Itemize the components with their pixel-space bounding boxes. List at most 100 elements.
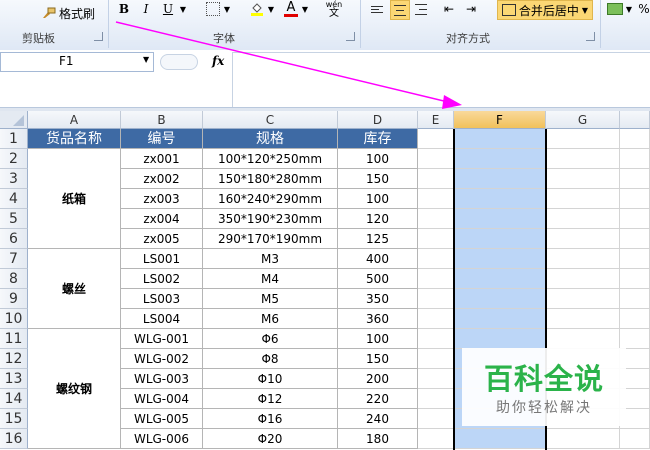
column-header-more[interactable] — [620, 111, 650, 129]
cell-h8[interactable] — [620, 269, 650, 289]
cell-g5[interactable] — [546, 209, 620, 229]
cell-g16[interactable] — [546, 429, 620, 449]
cell-g11[interactable] — [546, 329, 620, 349]
table-cell[interactable]: WLG-002 — [121, 349, 203, 369]
table-cell[interactable]: 120 — [338, 209, 418, 229]
row-header-1[interactable]: 1 — [0, 129, 28, 149]
name-box-dropdown-icon[interactable]: ▼ — [143, 55, 149, 64]
cell-f7[interactable] — [454, 249, 546, 269]
table-cell[interactable]: 180 — [338, 429, 418, 449]
row-header-16[interactable]: 16 — [0, 429, 28, 449]
table-cell[interactable]: WLG-003 — [121, 369, 203, 389]
cell-e8[interactable] — [418, 269, 454, 289]
insert-function-icon[interactable]: fx — [212, 54, 224, 68]
table-cell[interactable]: 160*240*290mm — [203, 189, 338, 209]
row-header-10[interactable]: 10 — [0, 309, 28, 329]
table-cell[interactable]: 100 — [338, 149, 418, 169]
table-cell[interactable]: zx005 — [121, 229, 203, 249]
table-cell[interactable]: 200 — [338, 369, 418, 389]
cell-h7[interactable] — [620, 249, 650, 269]
row-header-13[interactable]: 13 — [0, 369, 28, 389]
formula-input[interactable] — [232, 52, 650, 107]
group-name-cell[interactable]: 纸箱 — [28, 149, 121, 249]
table-cell[interactable]: zx004 — [121, 209, 203, 229]
table-cell[interactable]: 360 — [338, 309, 418, 329]
percent-button[interactable]: % — [638, 0, 650, 18]
font-color-button[interactable]: A — [282, 0, 300, 18]
column-header-d[interactable]: D — [338, 111, 418, 129]
table-cell[interactable]: WLG-004 — [121, 389, 203, 409]
cell-f6[interactable] — [454, 229, 546, 249]
cell-e9[interactable] — [418, 289, 454, 309]
table-cell[interactable]: 240 — [338, 409, 418, 429]
table-cell[interactable]: LS004 — [121, 309, 203, 329]
row-header-7[interactable]: 7 — [0, 249, 28, 269]
cell-g3[interactable] — [546, 169, 620, 189]
table-cell[interactable]: Φ16 — [203, 409, 338, 429]
group-name-cell[interactable]: 螺纹钢 — [28, 329, 121, 449]
cell-h9[interactable] — [620, 289, 650, 309]
row-header-15[interactable]: 15 — [0, 409, 28, 429]
table-cell[interactable]: M5 — [203, 289, 338, 309]
row-header-11[interactable]: 11 — [0, 329, 28, 349]
table-header-cell[interactable]: 编号 — [121, 129, 203, 149]
cell-f5[interactable] — [454, 209, 546, 229]
table-cell[interactable]: zx001 — [121, 149, 203, 169]
cell-h4[interactable] — [620, 189, 650, 209]
row-header-5[interactable]: 5 — [0, 209, 28, 229]
table-cell[interactable]: WLG-001 — [121, 329, 203, 349]
cell-f10[interactable] — [454, 309, 546, 329]
cell-f2[interactable] — [454, 149, 546, 169]
table-cell[interactable]: M4 — [203, 269, 338, 289]
border-dropdown-icon[interactable]: ▼ — [222, 0, 232, 18]
table-cell[interactable]: 100 — [338, 189, 418, 209]
cell-e13[interactable] — [418, 369, 454, 389]
table-cell[interactable]: M3 — [203, 249, 338, 269]
merge-dropdown-icon[interactable]: ▼ — [582, 6, 588, 15]
align-left-button[interactable] — [368, 0, 386, 18]
cell-f4[interactable] — [454, 189, 546, 209]
bold-button[interactable]: B — [116, 0, 132, 18]
cell-h3[interactable] — [620, 169, 650, 189]
row-header-9[interactable]: 9 — [0, 289, 28, 309]
row-header-8[interactable]: 8 — [0, 269, 28, 289]
table-cell[interactable]: Φ6 — [203, 329, 338, 349]
cell-g9[interactable] — [546, 289, 620, 309]
number-format-dropdown-icon[interactable]: ▼ — [624, 0, 634, 18]
cell-e7[interactable] — [418, 249, 454, 269]
select-all-corner[interactable] — [0, 111, 28, 129]
align-center-button[interactable] — [390, 0, 410, 20]
cell-h6[interactable] — [620, 229, 650, 249]
table-cell[interactable]: 350 — [338, 289, 418, 309]
alignment-launcher-icon[interactable] — [586, 32, 595, 41]
table-cell[interactable]: 100 — [338, 329, 418, 349]
cell-e1[interactable] — [418, 129, 454, 149]
border-button[interactable] — [204, 0, 222, 18]
cell-e10[interactable] — [418, 309, 454, 329]
table-header-cell[interactable]: 库存 — [338, 129, 418, 149]
table-cell[interactable]: LS001 — [121, 249, 203, 269]
column-header-e[interactable]: E — [418, 111, 454, 129]
underline-button[interactable]: U — [160, 0, 176, 18]
cell-e5[interactable] — [418, 209, 454, 229]
cell-e11[interactable] — [418, 329, 454, 349]
group-name-cell[interactable]: 螺丝 — [28, 249, 121, 329]
column-header-g[interactable]: G — [546, 111, 620, 129]
number-format-button[interactable] — [606, 0, 624, 18]
cell-g1[interactable] — [546, 129, 620, 149]
table-cell[interactable]: LS002 — [121, 269, 203, 289]
underline-dropdown-icon[interactable]: ▼ — [178, 0, 188, 18]
cell-e3[interactable] — [418, 169, 454, 189]
table-cell[interactable]: 290*170*190mm — [203, 229, 338, 249]
cell-g10[interactable] — [546, 309, 620, 329]
cell-f9[interactable] — [454, 289, 546, 309]
formula-bar-handle[interactable] — [160, 54, 198, 70]
column-header-f[interactable]: F — [454, 111, 546, 129]
align-right-button[interactable] — [412, 0, 430, 18]
italic-button[interactable]: I — [138, 0, 154, 18]
phonetic-button[interactable]: wén 文 — [322, 0, 346, 19]
cell-g2[interactable] — [546, 149, 620, 169]
table-header-cell[interactable]: 规格 — [203, 129, 338, 149]
clipboard-launcher-icon[interactable] — [94, 32, 103, 41]
table-cell[interactable]: 400 — [338, 249, 418, 269]
